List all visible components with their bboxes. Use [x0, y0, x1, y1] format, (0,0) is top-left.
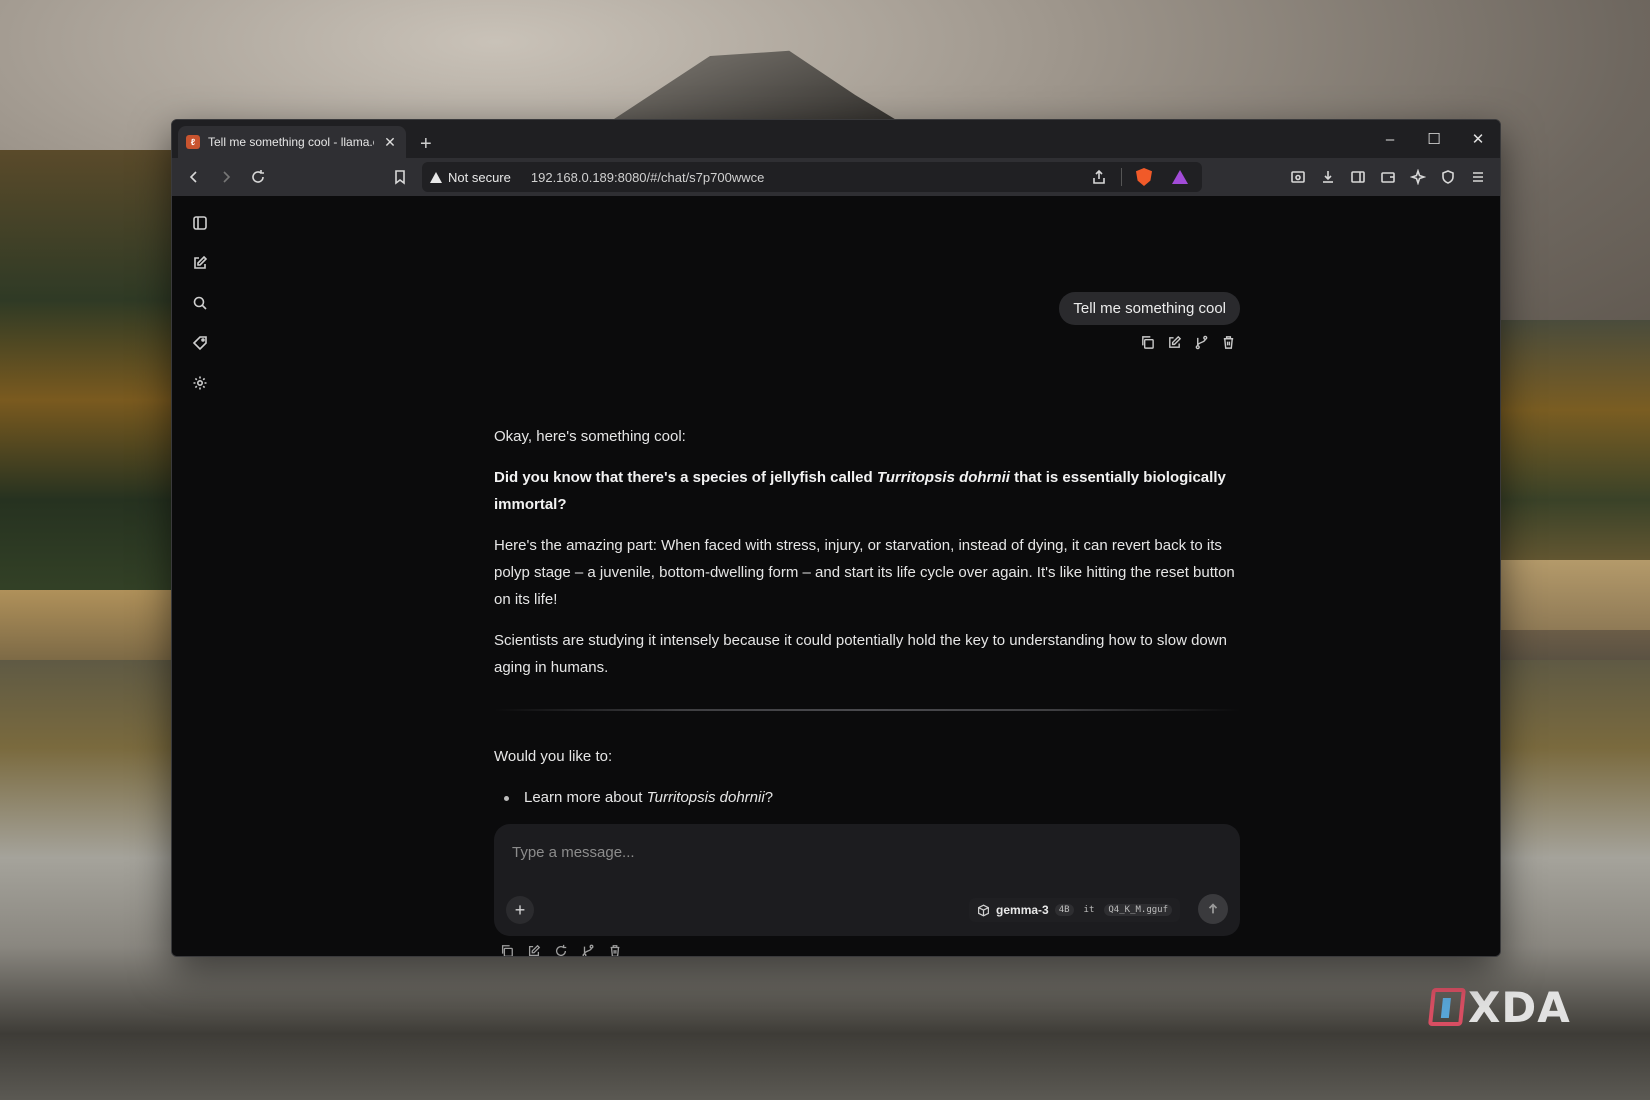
new-chat-button[interactable] [184, 248, 216, 278]
forward-icon[interactable] [212, 163, 240, 191]
address-bar[interactable]: Not secure 192.168.0.189:8080/#/chat/s7p… [422, 162, 1202, 192]
model-name: gemma-3 [996, 903, 1049, 917]
message-input[interactable] [512, 838, 1222, 866]
edit-message-icon[interactable] [1167, 335, 1184, 352]
branch-icon[interactable] [581, 944, 596, 956]
cube-icon [978, 904, 989, 916]
settings-button[interactable] [184, 368, 216, 398]
xda-logo-icon [1428, 988, 1466, 1026]
browser-tab-active[interactable]: ℓ Tell me something cool - llama.c ✕ [178, 126, 406, 158]
security-label: Not secure [448, 169, 511, 185]
search-icon [193, 296, 207, 310]
gear-icon [193, 376, 207, 390]
assistant-paragraph-2: Scientists are studying it intensely bec… [494, 632, 1227, 676]
assistant-message: Okay, here's something cool: Did you kno… [494, 423, 1240, 811]
bullet-species-name: Turritopsis dohrnii [646, 789, 765, 806]
assistant-paragraph-1: Here's the amazing part: When faced with… [494, 537, 1235, 608]
app-sidebar [184, 208, 220, 398]
wallet-icon[interactable] [1374, 163, 1402, 191]
assistant-highlight: Did you know that there's a species of j… [494, 464, 1240, 518]
leo-ai-icon[interactable] [1404, 163, 1432, 191]
share-icon[interactable] [1085, 163, 1113, 191]
download-icon[interactable] [1314, 163, 1342, 191]
wallpaper-forest-left [0, 150, 200, 650]
bullet-text-pre: Learn more about [524, 789, 647, 806]
back-icon[interactable] [180, 163, 208, 191]
reload-icon[interactable] [244, 163, 272, 191]
url-separator [1121, 168, 1122, 186]
model-quant-badge: Q4_K_M.gguf [1104, 904, 1172, 916]
message-composer: + gemma-3 4B it Q4_K_M.gguf [494, 824, 1240, 936]
followup-list: Learn more about Turritopsis dohrnii? [494, 784, 1240, 811]
panel-icon [193, 216, 207, 230]
warning-icon [430, 171, 442, 183]
highlight-text-pre: Did you know that there's a species of j… [494, 469, 877, 486]
toggle-sidebar-button[interactable] [184, 208, 216, 238]
wallpaper-shore-right [1490, 560, 1650, 630]
delete-icon[interactable] [608, 944, 623, 956]
assistant-followup: Would you like to: [494, 748, 613, 765]
regenerate-icon[interactable] [554, 944, 569, 956]
model-selector[interactable]: gemma-3 4B it Q4_K_M.gguf [969, 898, 1180, 922]
horizontal-rule [494, 709, 1240, 711]
species-name: Turritopsis dohrnii [876, 469, 1010, 486]
user-message: Tell me something cool [1059, 292, 1240, 352]
new-tab-button[interactable]: + [420, 134, 432, 154]
brave-shields-icon[interactable] [1130, 163, 1158, 191]
close-window-button[interactable]: ✕ [1456, 120, 1500, 158]
copy-icon[interactable] [1140, 335, 1157, 352]
security-indicator[interactable]: Not secure [430, 170, 511, 185]
xda-watermark: XDA [1428, 982, 1571, 1032]
chat-thread: Tell me something cool Okay, here's some… [494, 196, 1240, 956]
tag-icon [192, 336, 207, 351]
branch-icon[interactable] [1194, 335, 1211, 352]
search-tab-icon[interactable] [1284, 163, 1312, 191]
maximize-button[interactable]: ☐ [1412, 120, 1456, 158]
assistant-message-actions [500, 944, 623, 956]
chat-app: Tell me something cool Okay, here's some… [172, 196, 1500, 956]
list-item: Learn more about Turritopsis dohrnii? [504, 784, 1240, 811]
minimize-button[interactable]: – [1368, 120, 1412, 158]
models-button[interactable] [184, 328, 216, 358]
user-message-actions [1140, 335, 1240, 352]
delete-icon[interactable] [1221, 335, 1238, 352]
toolbar-right-group [1284, 163, 1492, 191]
tab-title: Tell me something cool - llama.c [208, 135, 374, 149]
bookmark-icon[interactable] [386, 163, 414, 191]
user-message-bubble: Tell me something cool [1059, 292, 1240, 325]
browser-window: ℓ Tell me something cool - llama.c ✕ + –… [171, 119, 1501, 957]
brave-rewards-icon[interactable] [1166, 163, 1194, 191]
vpn-shield-icon[interactable] [1434, 163, 1462, 191]
attach-button[interactable]: + [506, 896, 534, 924]
arrow-up-icon [1208, 903, 1218, 914]
browser-toolbar: Not secure 192.168.0.189:8080/#/chat/s7p… [172, 158, 1500, 196]
model-variant-badge: it [1083, 905, 1095, 915]
url-text[interactable]: 192.168.0.189:8080/#/chat/s7p700wwce [531, 170, 1077, 185]
sidebar-toggle-icon[interactable] [1344, 163, 1372, 191]
window-controls: – ☐ ✕ [1368, 120, 1500, 158]
llama-favicon-icon: ℓ [186, 135, 200, 149]
search-button[interactable] [184, 288, 216, 318]
wallpaper-shore-left [0, 590, 200, 660]
tab-close-icon[interactable]: ✕ [382, 134, 398, 151]
bullet-text-post: ? [764, 789, 774, 806]
copy-icon[interactable] [500, 944, 515, 956]
send-button[interactable] [1198, 894, 1228, 924]
xda-watermark-text: XDA [1468, 982, 1571, 1032]
assistant-intro: Okay, here's something cool: [494, 428, 686, 445]
edit-message-icon[interactable] [527, 944, 542, 956]
model-size-badge: 4B [1054, 904, 1074, 916]
browser-titlebar: ℓ Tell me something cool - llama.c ✕ + –… [172, 120, 1500, 158]
menu-icon[interactable] [1464, 163, 1492, 191]
edit-icon [194, 255, 208, 269]
